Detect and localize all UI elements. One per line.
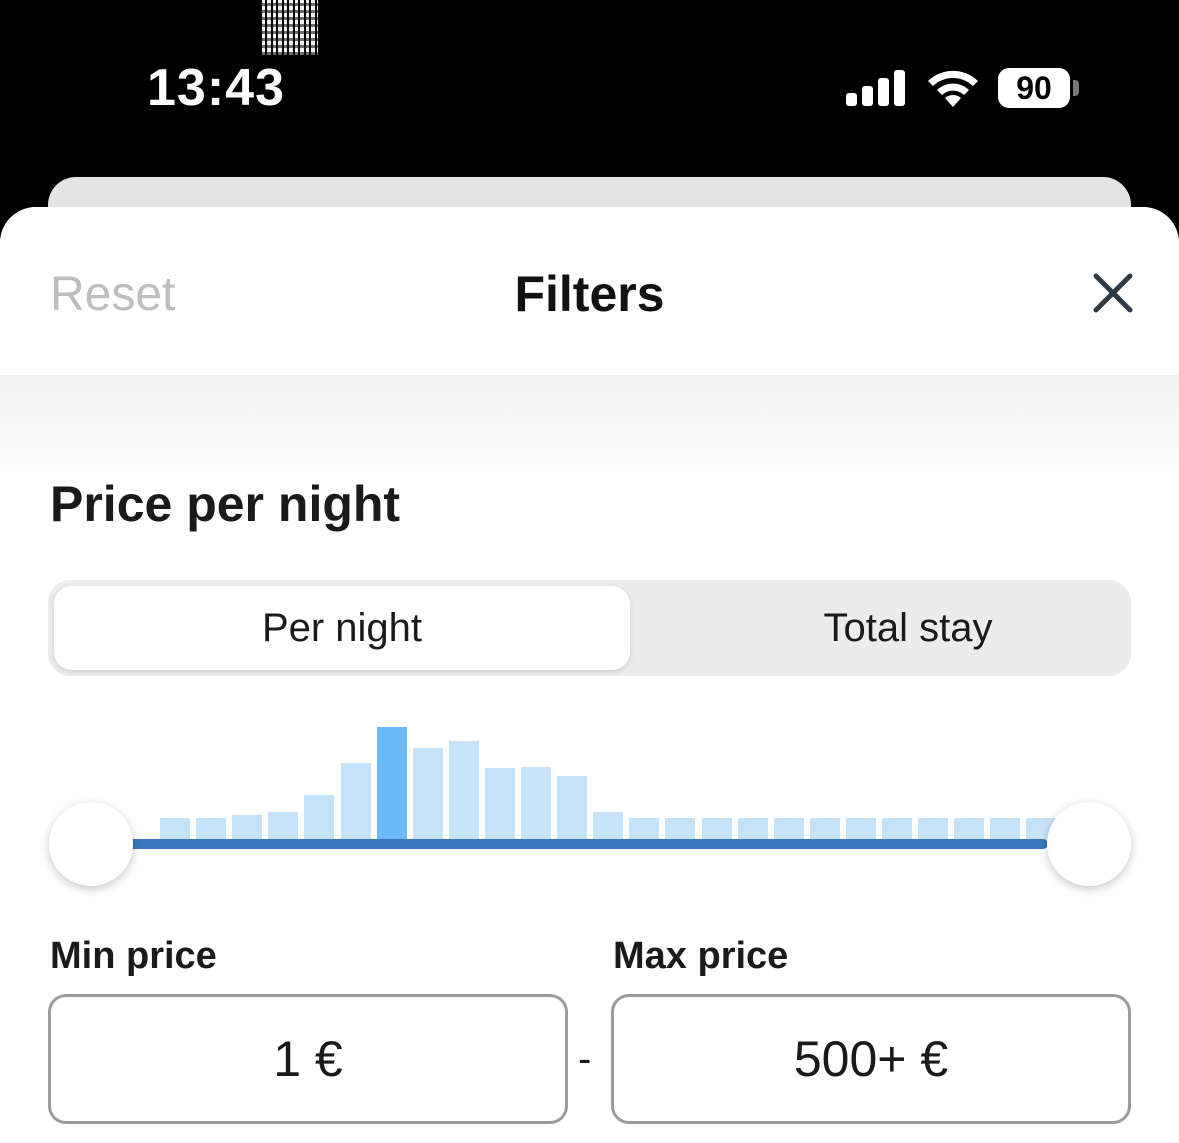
header-shadow: [0, 375, 1179, 485]
histogram-bar: [774, 818, 804, 841]
status-bar: 13:43 90: [0, 0, 1179, 178]
max-price-label: Max price: [613, 935, 789, 977]
histogram-bar: [485, 768, 515, 841]
histogram-bar: [521, 767, 551, 841]
min-price-handle[interactable]: [49, 802, 133, 886]
filters-sheet: Reset Filters Price per night Per night …: [0, 207, 1179, 1143]
range-separator: -: [578, 1037, 592, 1081]
min-price-field[interactable]: 1 €: [48, 994, 568, 1124]
price-histogram: [0, 707, 1179, 847]
price-mode-segmented-control: Per night Total stay: [48, 580, 1131, 676]
section-title: Price per night: [50, 476, 401, 532]
histogram-bar: [665, 818, 695, 841]
page-title: Filters: [514, 266, 665, 322]
histogram-bar: [413, 748, 443, 841]
histogram-bar: [232, 815, 262, 841]
histogram-bar: [846, 818, 876, 841]
sheet-header: Reset Filters: [0, 207, 1179, 375]
histogram-bar: [954, 818, 984, 841]
wifi-icon: [928, 70, 978, 107]
tab-total-stay[interactable]: Total stay: [638, 580, 1178, 676]
battery-tip: [1073, 80, 1079, 96]
histogram-bar: [882, 818, 912, 841]
histogram-bar: [918, 818, 948, 841]
histogram-bar: [304, 795, 334, 841]
histogram-bar: [341, 763, 371, 841]
battery-icon: 90: [998, 68, 1070, 108]
status-time: 13:43: [147, 59, 285, 117]
histogram-bar: [810, 818, 840, 841]
price-range-track[interactable]: [92, 839, 1048, 849]
histogram-bar: [160, 818, 190, 841]
signal-icon: [846, 70, 906, 106]
histogram-bar: [738, 818, 768, 841]
min-price-label: Min price: [50, 935, 217, 977]
histogram-bar: [377, 727, 407, 841]
histogram-bar: [268, 812, 298, 841]
histogram-bar: [702, 818, 732, 841]
close-icon[interactable]: [1090, 270, 1136, 316]
histogram-bar: [557, 776, 587, 841]
histogram-bar: [629, 818, 659, 841]
max-price-field[interactable]: 500+ €: [611, 994, 1131, 1124]
histogram-bar: [449, 741, 479, 841]
qr-code-image: [262, 0, 318, 55]
histogram-bar: [196, 818, 226, 841]
histogram-bar: [593, 812, 623, 841]
tab-per-night[interactable]: Per night: [54, 586, 630, 670]
max-price-handle[interactable]: [1047, 802, 1131, 886]
histogram-bar: [990, 818, 1020, 841]
